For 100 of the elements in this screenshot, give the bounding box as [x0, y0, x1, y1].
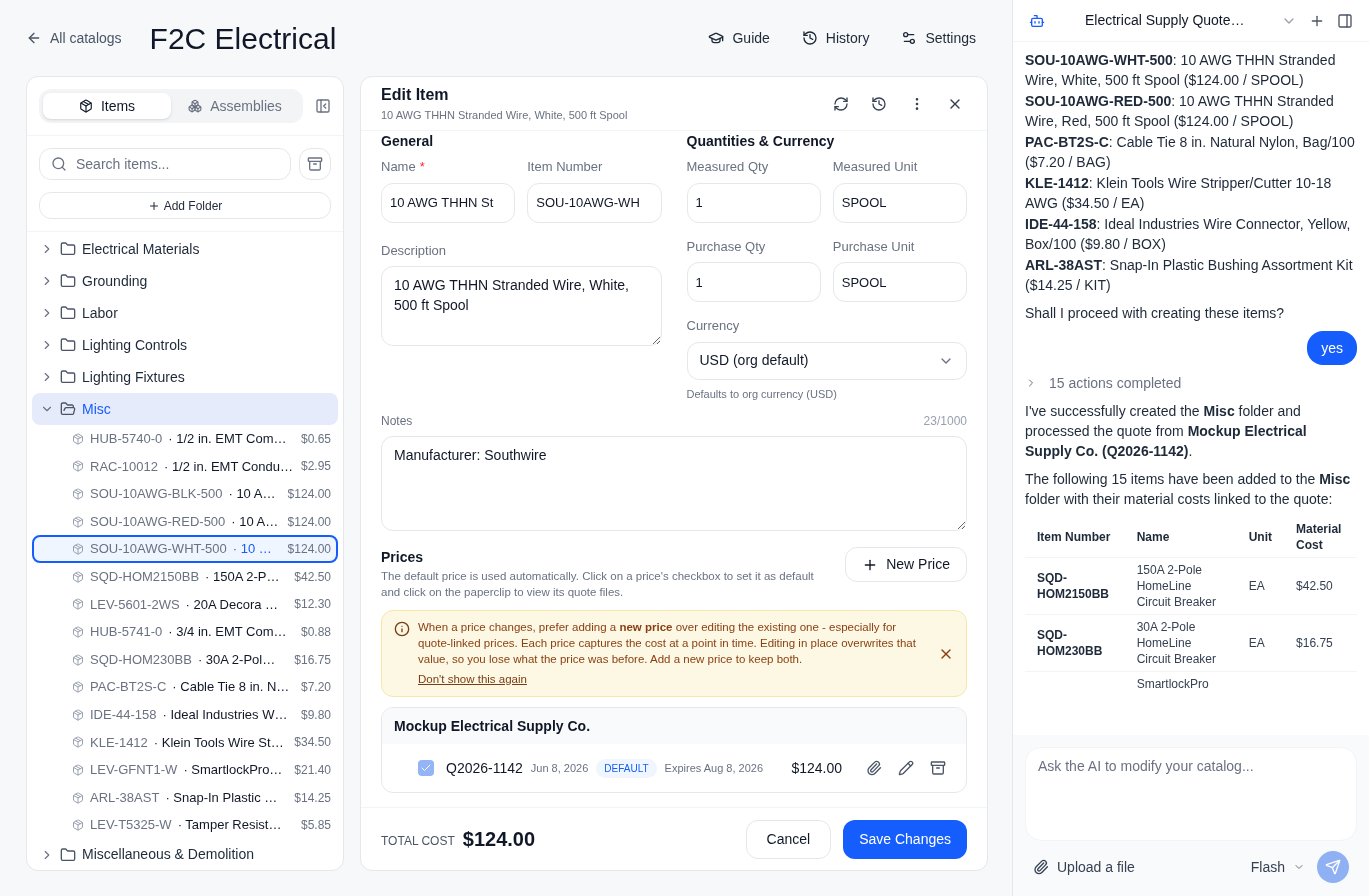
folder-name: Lighting Controls	[82, 335, 188, 355]
bot-icon	[1029, 12, 1045, 29]
catalog-item[interactable]: HUB-5740-0 · 1/2 in. EMT Com… $0.65	[32, 425, 338, 453]
catalog-item[interactable]: LEV-5601-2WS · 20A Decora … $12.30	[32, 590, 338, 619]
message-text: SOU-10AWG-RED-500: 10 AWG THHN Stranded Wire, Red, 500 ft Spool ($124.00 / SPOOL)	[1025, 92, 1335, 131]
folder-row[interactable]: Electrical Materials	[32, 233, 338, 265]
catalog-item[interactable]: HUB-5741-0 · 3/4 in. EMT Com… $0.88	[32, 618, 338, 646]
folder-name: Lighting Fixtures	[82, 367, 185, 387]
archive-button[interactable]	[299, 148, 331, 180]
refresh-icon	[833, 95, 849, 112]
panel-title: Edit Item	[381, 85, 450, 106]
item-name: · 150A 2-P…	[205, 568, 280, 586]
item-price: $124.00	[287, 541, 331, 559]
folder-row[interactable]: Labor	[32, 297, 338, 329]
header-button[interactable]: Guide	[696, 23, 782, 53]
dismiss-link[interactable]: Don't show this again	[418, 671, 527, 689]
package-icon	[72, 488, 84, 500]
catalog-item[interactable]: LEV-GFNT1-W · SmartlockPro… $21.40	[32, 756, 338, 784]
item-code: LEV-5601-2WS	[90, 595, 180, 614]
back-link[interactable]: All catalogs	[26, 27, 122, 49]
save-button[interactable]: Save Changes	[843, 819, 967, 859]
field-label: Purchase Unit	[832, 237, 915, 256]
item-code: ARL-38AST	[90, 788, 160, 807]
header-button[interactable]: Settings	[889, 23, 988, 53]
text-field[interactable]: 1	[686, 182, 821, 223]
history-icon	[871, 95, 887, 112]
quote-date: Jun 8, 2026	[530, 761, 589, 776]
model-dropdown[interactable]: Flash	[1250, 856, 1305, 878]
edit-button[interactable]	[898, 760, 914, 777]
actions-summary[interactable]: 15 actions completed	[1025, 373, 1357, 393]
message-text: KLE-1412: Klein Tools Wire Stripper/Cutter 10-18 AWG ($34.50 / EA)	[1025, 174, 1333, 213]
package-icon	[72, 653, 84, 666]
upload-button[interactable]: Upload a file	[1033, 856, 1135, 878]
section-heading: Prices	[381, 548, 425, 567]
catalog-item[interactable]: SQD-HOM230BB · 30A 2-Pol… $16.75	[32, 645, 338, 674]
field-label: Description	[381, 241, 448, 260]
cancel-button[interactable]: Cancel	[745, 819, 832, 859]
text-field[interactable]: SOU-10AWG-WH	[527, 182, 662, 223]
default-badge: DEFAULT	[596, 758, 657, 778]
header-button[interactable]: History	[789, 23, 882, 53]
archive-button[interactable]	[930, 760, 946, 777]
add-folder-button[interactable]: Add Folder	[39, 192, 331, 219]
currency-select[interactable]: USD (org default)	[686, 341, 967, 380]
description-field[interactable]: 10 AWG THHN Stranded Wire, White, 500 ft Spool	[381, 266, 662, 346]
folder-icon	[60, 273, 76, 289]
text-field[interactable]: 10 AWG THHN St	[381, 182, 516, 223]
folder-icon	[60, 241, 76, 257]
package-icon	[72, 543, 84, 556]
column-header: Unit	[1236, 517, 1285, 558]
field-label: Measured Qty	[686, 158, 769, 176]
item-price: $7.20	[300, 679, 331, 697]
package-icon	[72, 570, 84, 583]
catalog-item[interactable]: SOU-10AWG-RED-500 · 10 A… $124.00	[32, 507, 338, 536]
text-field[interactable]: SPOOL	[832, 182, 967, 223]
chat-input[interactable]: Ask the AI to modify your catalog...	[1025, 747, 1357, 841]
catalog-item[interactable]: ARL-38AST · Snap-In Plastic … $14.25	[32, 783, 338, 812]
catalog-item[interactable]: RAC-10012 · 1/2 in. EMT Condu… $2.95	[32, 452, 338, 481]
folder-name: Grounding	[82, 271, 148, 291]
catalog-item[interactable]: KLE-1412 · Klein Tools Wire St… $34.50	[32, 728, 338, 757]
text-field[interactable]: SPOOL	[832, 262, 967, 302]
tab[interactable]: Assemblies	[171, 93, 299, 119]
panel-toggle-button[interactable]	[1337, 12, 1353, 29]
boxes-icon	[188, 99, 203, 113]
table-cell: 30A 2-Pole HomeLine Circuit Breaker	[1124, 614, 1237, 672]
search-field[interactable]: Search items...	[39, 148, 291, 180]
catalog-item[interactable]: SOU-10AWG-BLK-500 · 10 A… $124.00	[32, 480, 338, 508]
folder-row[interactable]: Misc	[32, 393, 338, 425]
catalog-item[interactable]: SQD-HOM2150BB · 150A 2-P… $42.50	[32, 562, 338, 591]
table-cell: SQD-HOM2150BB	[1025, 557, 1125, 615]
folder-row[interactable]: Miscellaneous & Demolition	[32, 838, 338, 870]
package-icon	[72, 819, 84, 832]
collapse-panel-icon	[315, 98, 331, 114]
catalog-item[interactable]: PAC-BT2S-C · Cable Tie 8 in. N… $7.20	[32, 673, 338, 701]
total-label: TOTAL COST	[381, 833, 455, 850]
message-text: I've successfully created the Misc folder and processed the quote from Mockup Electrical Supply Co. (Q2026-1142).	[1025, 402, 1308, 461]
item-code: HUB-5740-0	[90, 430, 163, 449]
text-field[interactable]: 1	[686, 262, 821, 302]
quote-number: Q2026-1142	[446, 758, 523, 778]
folder-row[interactable]: Grounding	[32, 265, 338, 297]
field-label: Currency	[686, 317, 741, 335]
user-message: yes	[1307, 331, 1357, 365]
new-price-button[interactable]: New Price	[845, 547, 967, 582]
catalog-item[interactable]: LEV-T5325-W · Tamper Resist… $5.85	[32, 811, 338, 839]
catalog-item[interactable]: IDE-44-158 · Ideal Industries W… $9.80	[32, 700, 338, 729]
folder-row[interactable]: Lighting Controls	[32, 329, 338, 361]
catalog-item[interactable]: SOU-10AWG-WHT-500 · 10 … $124.00	[32, 535, 338, 563]
message-text: The following 15 items have been added to the Misc folder with their material costs linked to the quote:	[1025, 470, 1352, 509]
folder-row[interactable]: Lighting Fixtures	[32, 361, 338, 393]
default-checkbox[interactable]	[418, 760, 434, 777]
item-price: $2.95	[300, 458, 331, 476]
item-name: · 20A Decora …	[185, 595, 279, 614]
item-name: · 10 A…	[228, 485, 276, 504]
table-cell: 150A 2-Pole HomeLine Circuit Breaker	[1124, 557, 1237, 615]
item-price: $0.65	[300, 430, 331, 448]
message-text: SOU-10AWG-WHT-500: 10 AWG THHN Stranded Wire, White, 500 ft Spool ($124.00 / SPOOL)	[1025, 51, 1337, 90]
attachment-button[interactable]	[866, 760, 882, 777]
message-text: ARL-38AST: Snap-In Plastic Bushing Assortment Kit ($14.25 / KIT)	[1025, 256, 1354, 295]
notes-field[interactable]: Manufacturer: Southwire	[381, 436, 967, 531]
tab[interactable]: Items	[43, 93, 171, 119]
item-price: $16.75	[294, 651, 331, 669]
